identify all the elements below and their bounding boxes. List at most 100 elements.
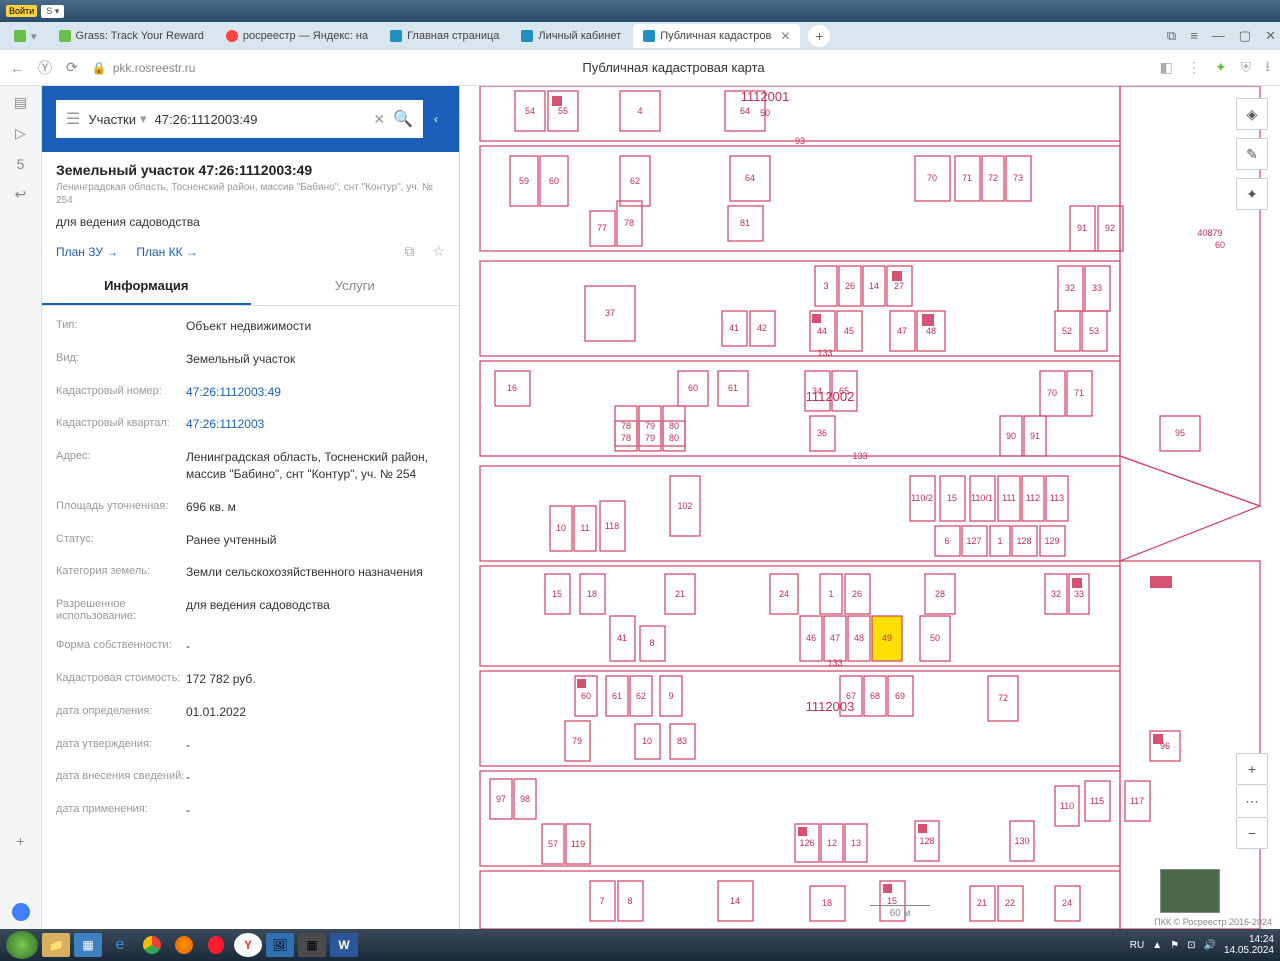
svg-text:55: 55 [558, 106, 568, 116]
task-yandex[interactable]: Y [234, 933, 262, 957]
search-type-selector[interactable]: Участки ▾ [88, 111, 146, 127]
task-app[interactable]: 🖼 [266, 933, 294, 957]
info-value: Ранее учтенный [186, 532, 276, 549]
extension-icon[interactable]: ✦ [1215, 59, 1227, 76]
tray-lang[interactable]: RU [1130, 940, 1144, 951]
svg-text:115: 115 [1090, 796, 1104, 806]
window-maximize-icon[interactable]: ▢ [1239, 28, 1251, 44]
task-app[interactable]: ▦ [74, 933, 102, 957]
browser-tab[interactable]: Grass: Track Your Reward [49, 24, 214, 48]
taskbar: 📁 ▦ e Y 🖼 ▦ W RU ▲ ⚑ ⊡ 🔊 14:24 14.05.202… [0, 929, 1280, 961]
browser-tab-active[interactable]: Публичная кадастров✕ [633, 24, 800, 48]
copy-icon[interactable]: ⧉ [404, 243, 414, 260]
tab-services[interactable]: Услуги [251, 268, 460, 305]
info-value: 01.01.2022 [186, 704, 246, 721]
sidebar-item[interactable]: ↩ [15, 186, 27, 203]
browser-tab[interactable]: росреестр — Яндекс: на [216, 24, 378, 48]
browser-tab[interactable]: ▾ [4, 24, 47, 48]
svg-text:80: 80 [669, 433, 679, 443]
svg-text:49: 49 [882, 633, 892, 643]
tab-info[interactable]: Информация [42, 268, 251, 305]
svg-text:119: 119 [571, 839, 585, 849]
minimap[interactable] [1160, 869, 1220, 913]
task-word[interactable]: W [330, 933, 358, 957]
task-firefox[interactable] [170, 933, 198, 957]
svg-text:28: 28 [935, 589, 945, 599]
tray-flag-icon[interactable]: ⚑ [1170, 940, 1179, 951]
start-button[interactable] [6, 931, 38, 959]
edit-button[interactable]: ✎ [1236, 138, 1268, 170]
star-icon[interactable]: ☆ [432, 243, 445, 260]
task-explorer[interactable]: 📁 [42, 933, 70, 957]
more-button[interactable]: ⋯ [1236, 785, 1268, 817]
clear-icon[interactable]: ✕ [373, 111, 385, 128]
svg-text:80: 80 [669, 421, 679, 431]
window-minimize-icon[interactable]: — [1212, 28, 1225, 44]
plan-zu-link[interactable]: План ЗУ → [56, 245, 118, 259]
reload-button[interactable]: ⟳ [66, 59, 78, 76]
titlebar-dropdown[interactable]: S ▾ [41, 5, 64, 18]
svg-text:10: 10 [556, 523, 566, 533]
svg-text:52: 52 [1062, 326, 1072, 336]
new-tab-button[interactable]: + [808, 25, 830, 47]
tray-volume-icon[interactable]: 🔊 [1203, 940, 1215, 951]
window-close-icon[interactable]: ✕ [1265, 28, 1276, 44]
window-menu-icon[interactable]: ≡ [1190, 28, 1198, 44]
info-value: 696 кв. м [186, 499, 236, 516]
info-row: Форма собственности:- [42, 630, 459, 663]
window-copy-icon[interactable]: ⧉ [1167, 28, 1176, 44]
search-icon[interactable]: 🔍 [393, 109, 413, 129]
info-row: Кадастровая стоимость:172 782 руб. [42, 663, 459, 696]
yandex-icon[interactable]: Ⓨ [38, 58, 52, 78]
assistant-icon[interactable] [12, 903, 30, 921]
task-chrome[interactable] [138, 933, 166, 957]
login-badge[interactable]: Войти [6, 5, 37, 17]
bookmark-icon[interactable]: ◧ [1160, 59, 1173, 76]
browser-tab[interactable]: Главная страница [380, 24, 509, 48]
svg-text:62: 62 [630, 176, 640, 186]
sidebar-add[interactable]: + [16, 833, 24, 849]
download-icon[interactable]: ⭳ [1265, 56, 1270, 80]
url-field[interactable]: 🔒 pkk.rosreestr.ru Публичная кадастровая… [92, 60, 1146, 75]
svg-text:71: 71 [962, 173, 972, 183]
tray-clock[interactable]: 14:24 14.05.2024 [1224, 934, 1274, 956]
locate-button[interactable]: ✦ [1236, 178, 1268, 210]
layers-button[interactable]: ◈ [1236, 98, 1268, 130]
svg-text:91: 91 [1030, 431, 1040, 441]
task-ie[interactable]: e [106, 933, 134, 957]
svg-text:68: 68 [870, 691, 880, 701]
svg-text:81: 81 [740, 218, 750, 228]
browser-tab[interactable]: Личный кабинет [511, 24, 631, 48]
back-button[interactable]: ← [10, 60, 24, 76]
info-value: Объект недвижимости [186, 318, 311, 335]
menu-icon[interactable]: ☰ [66, 109, 80, 129]
task-app[interactable]: ▦ [298, 933, 326, 957]
plan-kk-link[interactable]: План КК → [136, 245, 198, 259]
svg-text:57: 57 [548, 839, 558, 849]
info-value[interactable]: 47:26:1112003:49 [186, 384, 281, 401]
svg-text:33: 33 [1074, 589, 1084, 599]
tray-network-icon[interactable]: ⊡ [1187, 940, 1195, 951]
zoom-in-button[interactable]: + [1236, 753, 1268, 785]
info-value: для ведения садоводства [186, 597, 330, 614]
svg-text:24: 24 [1062, 898, 1072, 908]
sidebar-item[interactable]: 5 [17, 156, 25, 172]
collapse-panel-button[interactable]: ‹ [427, 100, 445, 138]
kebab-icon[interactable]: ⋮ [1187, 59, 1201, 76]
svg-text:1112003: 1112003 [806, 699, 855, 714]
zoom-out-button[interactable]: − [1236, 817, 1268, 849]
sidebar-item[interactable]: ▤ [14, 94, 27, 111]
sidebar-item[interactable]: ▷ [15, 125, 26, 142]
svg-text:1: 1 [828, 589, 833, 599]
info-row: Кадастровый номер:47:26:1112003:49 [42, 376, 459, 409]
map-canvas[interactable]: 54 55 4 64 1112001 50 93 59 60 62 64 70 … [460, 86, 1280, 929]
close-icon[interactable]: ✕ [780, 29, 790, 43]
shield-icon[interactable]: ⛨ [1241, 59, 1252, 76]
info-value[interactable]: 47:26:1112003 [186, 416, 264, 433]
search-input[interactable] [155, 112, 366, 127]
tray-icon[interactable]: ▲ [1152, 940, 1162, 951]
info-label: Вид: [56, 351, 186, 364]
svg-text:69: 69 [895, 691, 905, 701]
svg-text:16: 16 [507, 383, 517, 393]
task-opera[interactable] [202, 933, 230, 957]
